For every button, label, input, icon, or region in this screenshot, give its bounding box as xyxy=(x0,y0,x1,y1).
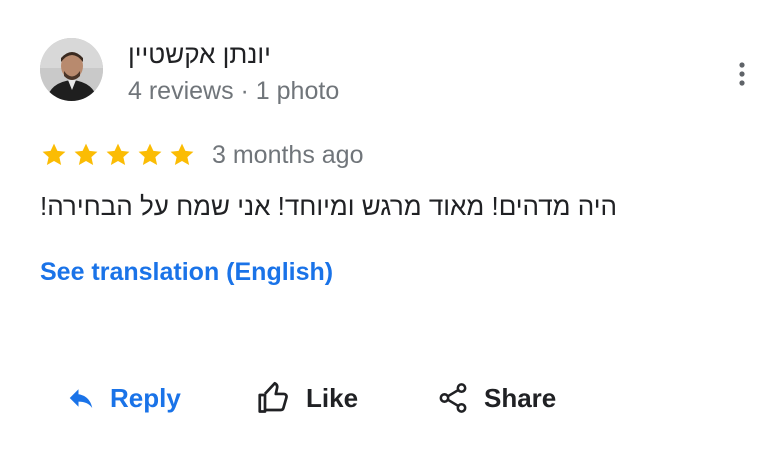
avatar-photo-icon xyxy=(40,38,103,101)
see-translation-link[interactable]: See translation (English) xyxy=(40,256,333,288)
review-date: 3 months ago xyxy=(212,141,364,169)
star-icon xyxy=(138,143,162,166)
reply-label: Reply xyxy=(110,382,181,413)
star-icon xyxy=(42,143,66,166)
more-vert-icon[interactable] xyxy=(732,60,752,90)
reply-button[interactable]: Reply xyxy=(66,376,181,420)
author-stats: 4 reviews · 1 photo xyxy=(128,77,340,105)
star-icon xyxy=(170,143,194,166)
star-rating xyxy=(40,141,196,169)
review-text: היה מדהים! מאוד מרגש ומיוחד! אני שמח על … xyxy=(40,191,617,221)
reply-arrow-icon xyxy=(66,383,96,413)
star-icon xyxy=(106,143,130,166)
review-card: יונתן אקשטיין 4 reviews · 1 photo 3 mont… xyxy=(0,0,784,468)
author-name[interactable]: יונתן אקשטיין xyxy=(128,38,271,70)
share-icon xyxy=(436,381,470,415)
avatar[interactable] xyxy=(40,38,103,101)
share-button[interactable]: Share xyxy=(436,376,556,420)
like-button[interactable]: Like xyxy=(256,376,358,420)
like-label: Like xyxy=(306,382,359,413)
share-label: Share xyxy=(484,382,557,413)
thumb-up-icon xyxy=(256,380,292,416)
star-icon xyxy=(74,143,98,166)
